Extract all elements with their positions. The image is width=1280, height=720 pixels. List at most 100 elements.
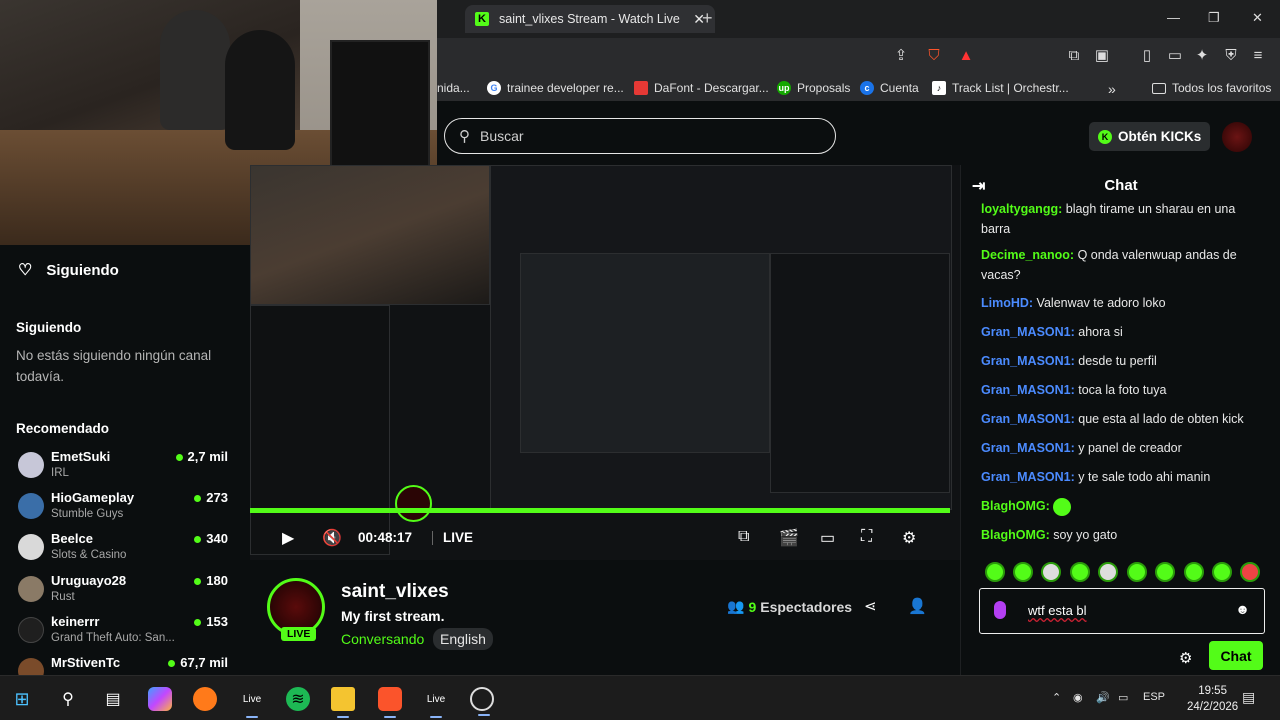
following-header[interactable]: ♡ Siguiendo	[18, 260, 119, 280]
brave-browser-icon[interactable]	[378, 687, 402, 718]
emote-icon[interactable]	[1041, 562, 1061, 582]
chat-message: LimoHD: Valenwav te adoro loko	[981, 296, 1166, 310]
get-kicks-button[interactable]: K Obtén KICKs	[1089, 122, 1211, 151]
share-button[interactable]: ⋖	[864, 597, 877, 615]
menu-icon[interactable]: ≡	[1249, 47, 1267, 65]
copilot-icon[interactable]	[148, 687, 172, 711]
viewer-count: 👥 9 Espectadores	[727, 598, 853, 615]
recommended-channel[interactable]: HioGameplay Stumble Guys 273	[18, 490, 228, 530]
emote-icon[interactable]	[1212, 562, 1232, 582]
obs-icon[interactable]	[470, 687, 494, 716]
volume-icon[interactable]: 🔊	[1096, 691, 1110, 704]
minimize-button[interactable]: —	[1167, 10, 1180, 25]
tray-overflow-icon[interactable]: ⌃	[1052, 691, 1061, 704]
new-tab-button[interactable]: +	[702, 8, 713, 29]
tracklist-icon: ♪	[932, 81, 946, 95]
search-icon[interactable]: ⚲	[56, 687, 80, 711]
close-window-button[interactable]: ✕	[1252, 10, 1263, 26]
maximize-button[interactable]: ❐	[1208, 10, 1220, 26]
language-tag[interactable]: English	[433, 628, 493, 650]
battery-icon[interactable]: ▭	[1118, 691, 1128, 704]
keyboard-language[interactable]: ESP	[1143, 691, 1165, 703]
nested-chat-capture	[770, 253, 950, 493]
emote-icon[interactable]	[1013, 562, 1033, 582]
leo-icon[interactable]: ✦	[1193, 47, 1211, 65]
fl-studio-icon[interactable]	[193, 687, 217, 711]
kick-icon: K	[475, 12, 489, 26]
recommended-section-title: Recomendado	[16, 421, 110, 436]
emote-icon[interactable]	[1240, 562, 1260, 582]
emote-icon[interactable]	[985, 562, 1005, 582]
share-icon[interactable]: ⇪	[892, 47, 910, 65]
bookmark-item[interactable]: DaFont - Descargar...	[634, 81, 769, 95]
bookmark-item[interactable]: up Proposals	[777, 81, 850, 95]
spotify-icon[interactable]: ≋	[286, 687, 310, 711]
chat-message: loyaltygangg: blagh tirame un sharau en …	[981, 202, 1236, 236]
fullscreen-icon[interactable]: ⛶	[861, 528, 872, 546]
emote-bar	[981, 562, 1271, 584]
microphone-icon[interactable]	[994, 601, 1006, 619]
follow-button[interactable]: 👤	[908, 597, 927, 615]
recommended-channel[interactable]: keinerrr Grand Theft Auto: San... 153	[18, 614, 228, 654]
live-indicator: LIVE	[432, 530, 473, 545]
notifications-icon[interactable]: ▤	[1242, 689, 1255, 706]
live-progress-bar[interactable]	[250, 508, 950, 513]
picture-in-picture-icon[interactable]: ⧉	[738, 528, 749, 546]
reader-icon[interactable]: ▣	[1093, 47, 1111, 65]
windows-start-icon[interactable]: ⊞	[10, 687, 34, 711]
stream-title: My first stream.	[341, 608, 445, 624]
recommended-channel[interactable]: Uruguayo28 Rust 180	[18, 573, 228, 613]
vpn-icon[interactable]: ⛨	[1222, 47, 1240, 65]
chat-input[interactable]: wtf esta bl ☻	[979, 588, 1265, 634]
wallet-icon[interactable]: ▭	[1166, 47, 1184, 65]
nested-player-capture	[520, 253, 770, 453]
search-input[interactable]: ⚲ Buscar	[444, 118, 836, 154]
all-favorites-folder[interactable]: Todos los favoritos	[1152, 81, 1271, 95]
live-app-icon[interactable]: Live	[424, 687, 448, 718]
user-avatar[interactable]	[1222, 122, 1252, 152]
chat-message: Gran_MASON1: y te sale todo ahi manin	[981, 470, 1211, 484]
live-badge: LIVE	[281, 627, 317, 641]
chat-message: BlaghOMG: soy yo gato	[981, 528, 1118, 542]
brave-shield-icon[interactable]: ⛉	[925, 47, 943, 65]
live-app-icon[interactable]: Live	[240, 687, 264, 718]
video-player[interactable]	[250, 165, 960, 560]
sidebar-icon[interactable]: ▯	[1138, 47, 1156, 65]
brave-rewards-icon[interactable]: ▲	[957, 47, 975, 65]
file-explorer-icon[interactable]	[331, 687, 355, 718]
bookmark-item[interactable]: nida...	[437, 81, 470, 95]
emote-icon[interactable]	[1155, 562, 1175, 582]
recommended-channel[interactable]: MrStivenTc 67,7 mil	[18, 655, 228, 675]
chat-settings-icon[interactable]: ⚙	[1179, 649, 1192, 667]
bookmark-item[interactable]: Gtrainee developer re...	[487, 81, 624, 95]
emote-icon[interactable]	[1070, 562, 1090, 582]
emoji-icon[interactable]: ☻	[1235, 601, 1250, 617]
send-chat-button[interactable]: Chat	[1209, 641, 1263, 670]
nested-sidebar-capture	[250, 305, 390, 555]
recommended-channel[interactable]: Beelce Slots & Casino 340	[18, 531, 228, 571]
extensions-icon[interactable]: ⧉	[1065, 47, 1083, 65]
settings-icon[interactable]: ⚙	[902, 528, 916, 548]
emote-icon[interactable]	[1184, 562, 1204, 582]
live-dot-icon	[194, 495, 202, 503]
clip-icon[interactable]: 🎬	[779, 528, 799, 548]
bookmark-item[interactable]: ♪ Track List | Orchestr...	[932, 81, 1069, 95]
wifi-icon[interactable]: ◉	[1073, 691, 1083, 704]
bookmark-item[interactable]: c Cuenta	[860, 81, 919, 95]
task-view-icon[interactable]: ▤	[101, 687, 125, 711]
kick-coin-icon: K	[1098, 129, 1112, 144]
stream-category[interactable]: Conversando	[341, 631, 424, 647]
theater-mode-icon[interactable]: ▭	[820, 528, 835, 548]
system-clock[interactable]: 19:55 24/2/2026	[1187, 683, 1238, 715]
emote-icon[interactable]	[1127, 562, 1147, 582]
play-icon[interactable]: ▶	[282, 528, 294, 548]
mute-icon[interactable]: 🔇	[322, 528, 342, 548]
browser-tab[interactable]: K saint_vlixes Stream - Watch Live ✕	[465, 5, 715, 33]
no-following-text: No estás siguiendo ningún canal todavía.	[16, 348, 212, 384]
channel-name[interactable]: saint_vlixes	[341, 581, 449, 603]
collapse-chat-icon[interactable]: ⇥	[972, 176, 985, 196]
recommended-channel[interactable]: EmetSuki IRL 2,7 mil	[18, 449, 228, 489]
avatar	[18, 452, 44, 478]
emote-icon[interactable]	[1098, 562, 1118, 582]
bookmarks-overflow-button[interactable]: »	[1108, 81, 1116, 97]
